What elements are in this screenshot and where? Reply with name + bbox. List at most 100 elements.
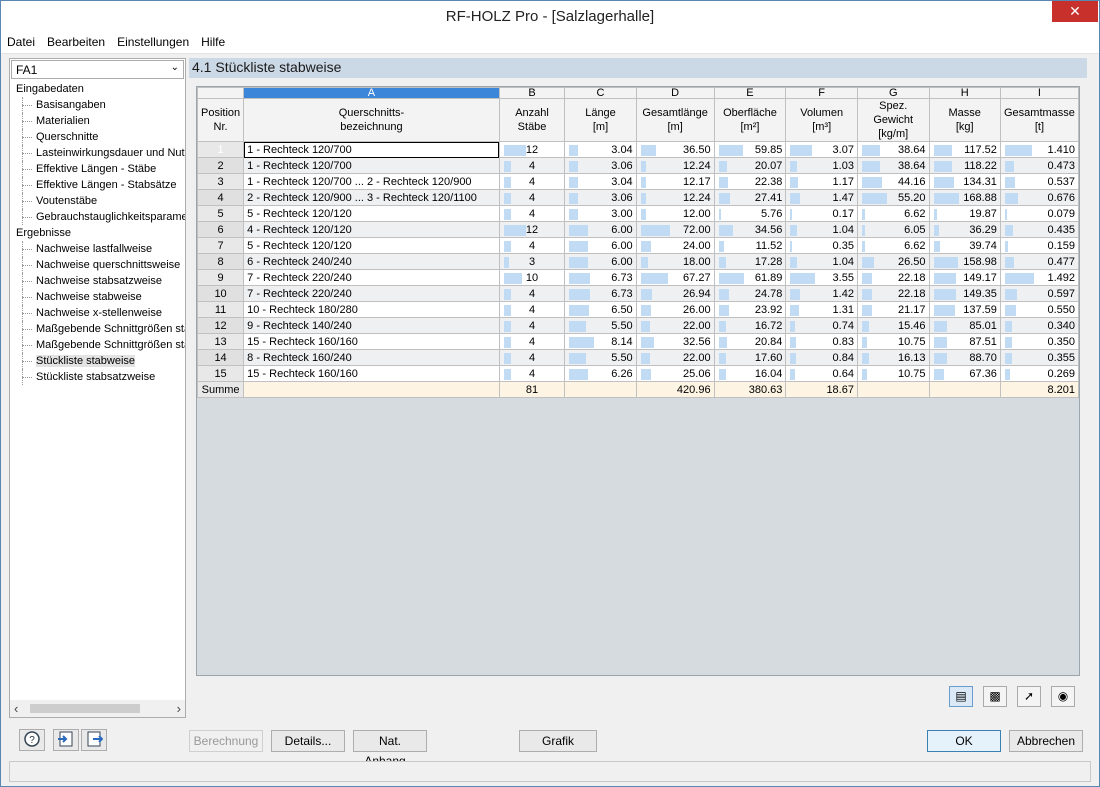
cell-surface[interactable]: 17.28: [713, 253, 787, 270]
cell-total-mass[interactable]: 1.492: [999, 269, 1079, 286]
cell-total-length[interactable]: 26.94: [635, 285, 715, 302]
cell-length[interactable]: 6.50: [564, 301, 637, 318]
tree-item[interactable]: Effektive Längen - Stabsätze: [10, 177, 185, 193]
cross-section-cell[interactable]: 1 - Rechteck 120/700: [243, 157, 500, 174]
cell-surface[interactable]: 27.41: [713, 189, 787, 206]
cell-surface[interactable]: 17.60: [713, 349, 787, 366]
cell-surface[interactable]: 24.78: [713, 285, 787, 302]
cell-total-mass[interactable]: 0.435: [999, 221, 1079, 238]
cross-section-cell[interactable]: 1 - Rechteck 120/700: [243, 141, 500, 158]
cell-mass[interactable]: 118.22: [928, 157, 1001, 174]
cell-total-mass[interactable]: 0.079: [999, 205, 1079, 222]
cell-length[interactable]: 8.14: [564, 333, 637, 350]
cross-section-cell[interactable]: 10 - Rechteck 180/280: [243, 301, 500, 318]
cross-section-cell[interactable]: 4 - Rechteck 120/120: [243, 221, 500, 238]
load-case-select[interactable]: FA1 ⌄: [11, 60, 184, 79]
menu-datei[interactable]: Datei: [1, 32, 41, 52]
cell-weight[interactable]: 22.18: [856, 269, 930, 286]
cell-total-mass[interactable]: 0.473: [999, 157, 1079, 174]
scroll-right-icon[interactable]: ›: [177, 701, 181, 716]
row-position[interactable]: 15: [197, 365, 245, 382]
cell-mass[interactable]: 117.52: [928, 141, 1001, 158]
cell-count[interactable]: 4: [498, 157, 566, 174]
table-row[interactable]: 11 - Rechteck 120/700 12 3.04 36.50 59.85 3.0…: [197, 141, 1079, 158]
cell-surface[interactable]: 16.72: [713, 317, 787, 334]
cell-surface[interactable]: 59.85: [713, 141, 787, 158]
cell-volume[interactable]: 1.04: [785, 253, 858, 270]
details-button[interactable]: Details...: [271, 730, 345, 752]
cell-weight[interactable]: 22.18: [856, 285, 930, 302]
tree-item[interactable]: Voutenstäbe: [10, 193, 185, 209]
table-row[interactable]: 75 - Rechteck 120/120 4 6.00 24.00 11.52 0.35…: [197, 237, 1079, 254]
menu-einstellungen[interactable]: Einstellungen: [111, 32, 195, 52]
cell-total-length[interactable]: 24.00: [635, 237, 715, 254]
cell-volume[interactable]: 3.07: [785, 141, 858, 158]
cell-length[interactable]: 3.04: [564, 141, 637, 158]
cell-count[interactable]: 4: [498, 189, 566, 206]
scroll-left-icon[interactable]: ‹: [14, 701, 18, 716]
berechnung-button[interactable]: Berechnung: [189, 730, 263, 752]
cell-count[interactable]: 4: [498, 173, 566, 190]
cell-total-length[interactable]: 26.00: [635, 301, 715, 318]
tree-item[interactable]: Stückliste stabsatzweise: [10, 369, 185, 385]
cell-total-mass[interactable]: 0.350: [999, 333, 1079, 350]
cell-volume[interactable]: 1.17: [785, 173, 858, 190]
grafik-button[interactable]: Grafik: [519, 730, 597, 752]
cell-surface[interactable]: 22.38: [713, 173, 787, 190]
cell-surface[interactable]: 20.07: [713, 157, 787, 174]
cell-length[interactable]: 5.50: [564, 317, 637, 334]
cell-count[interactable]: 4: [498, 237, 566, 254]
column-letter-a[interactable]: A: [243, 87, 500, 99]
cell-total-length[interactable]: 32.56: [635, 333, 715, 350]
table-row[interactable]: 15 15 - Rechteck 160/160 4 6.26 25.06 16.04 0.…: [197, 365, 1079, 382]
cell-total-length[interactable]: 12.24: [635, 189, 715, 206]
abbrechen-button[interactable]: Abbrechen: [1009, 730, 1083, 752]
tree-item[interactable]: Effektive Längen - Stäbe: [10, 161, 185, 177]
cell-total-length[interactable]: 18.00: [635, 253, 715, 270]
cell-volume[interactable]: 1.42: [785, 285, 858, 302]
row-position[interactable]: 5: [197, 205, 245, 222]
cell-volume[interactable]: 0.83: [785, 333, 858, 350]
cell-length[interactable]: 3.06: [564, 189, 637, 206]
table-row[interactable]: 11 10 - Rechteck 180/280 4 6.50 26.00 23.92 1.…: [197, 301, 1079, 318]
cell-volume[interactable]: 0.64: [785, 365, 858, 382]
cell-length[interactable]: 6.73: [564, 269, 637, 286]
cell-total-mass[interactable]: 0.159: [999, 237, 1079, 254]
row-position[interactable]: 2: [197, 157, 245, 174]
cell-count[interactable]: 4: [498, 365, 566, 382]
cell-weight[interactable]: 38.64: [856, 141, 930, 158]
tree-item[interactable]: Basisangaben: [10, 97, 185, 113]
cell-total-length[interactable]: 22.00: [635, 317, 715, 334]
tree-group-1[interactable]: Ergebnisse: [10, 225, 185, 241]
cross-section-cell[interactable]: 6 - Rechteck 240/240: [243, 253, 500, 270]
import-button[interactable]: [53, 729, 79, 751]
tree-item[interactable]: Maßgebende Schnittgrößen sta: [10, 321, 185, 337]
export-excel-button[interactable]: ▩: [983, 686, 1007, 707]
cell-volume[interactable]: 1.03: [785, 157, 858, 174]
cell-count[interactable]: 4: [498, 301, 566, 318]
cell-weight[interactable]: 6.62: [856, 205, 930, 222]
cell-total-mass[interactable]: 0.340: [999, 317, 1079, 334]
cross-section-cell[interactable]: 7 - Rechteck 220/240: [243, 285, 500, 302]
cross-section-cell[interactable]: 9 - Rechteck 140/240: [243, 317, 500, 334]
row-position[interactable]: 4: [197, 189, 245, 206]
cell-total-mass[interactable]: 0.477: [999, 253, 1079, 270]
export-button[interactable]: [81, 729, 107, 751]
table-row[interactable]: 14 8 - Rechteck 160/240 4 5.50 22.00 17.60 0.8…: [197, 349, 1079, 366]
cell-surface[interactable]: 61.89: [713, 269, 787, 286]
cell-total-mass[interactable]: 0.269: [999, 365, 1079, 382]
cell-count[interactable]: 12: [498, 141, 566, 158]
cell-total-mass[interactable]: 0.355: [999, 349, 1079, 366]
row-position[interactable]: 10: [197, 285, 245, 302]
cell-weight[interactable]: 21.17: [856, 301, 930, 318]
cross-section-cell[interactable]: 1 - Rechteck 120/700 ... 2 - Rechteck 12…: [243, 173, 500, 190]
cell-length[interactable]: 5.50: [564, 349, 637, 366]
cell-mass[interactable]: 39.74: [928, 237, 1001, 254]
cell-count[interactable]: 10: [498, 269, 566, 286]
ok-button[interactable]: OK: [927, 730, 1001, 752]
cell-weight[interactable]: 26.50: [856, 253, 930, 270]
cell-count[interactable]: 12: [498, 221, 566, 238]
tree-item[interactable]: Querschnitte: [10, 129, 185, 145]
cell-count[interactable]: 4: [498, 285, 566, 302]
cell-count[interactable]: 4: [498, 333, 566, 350]
